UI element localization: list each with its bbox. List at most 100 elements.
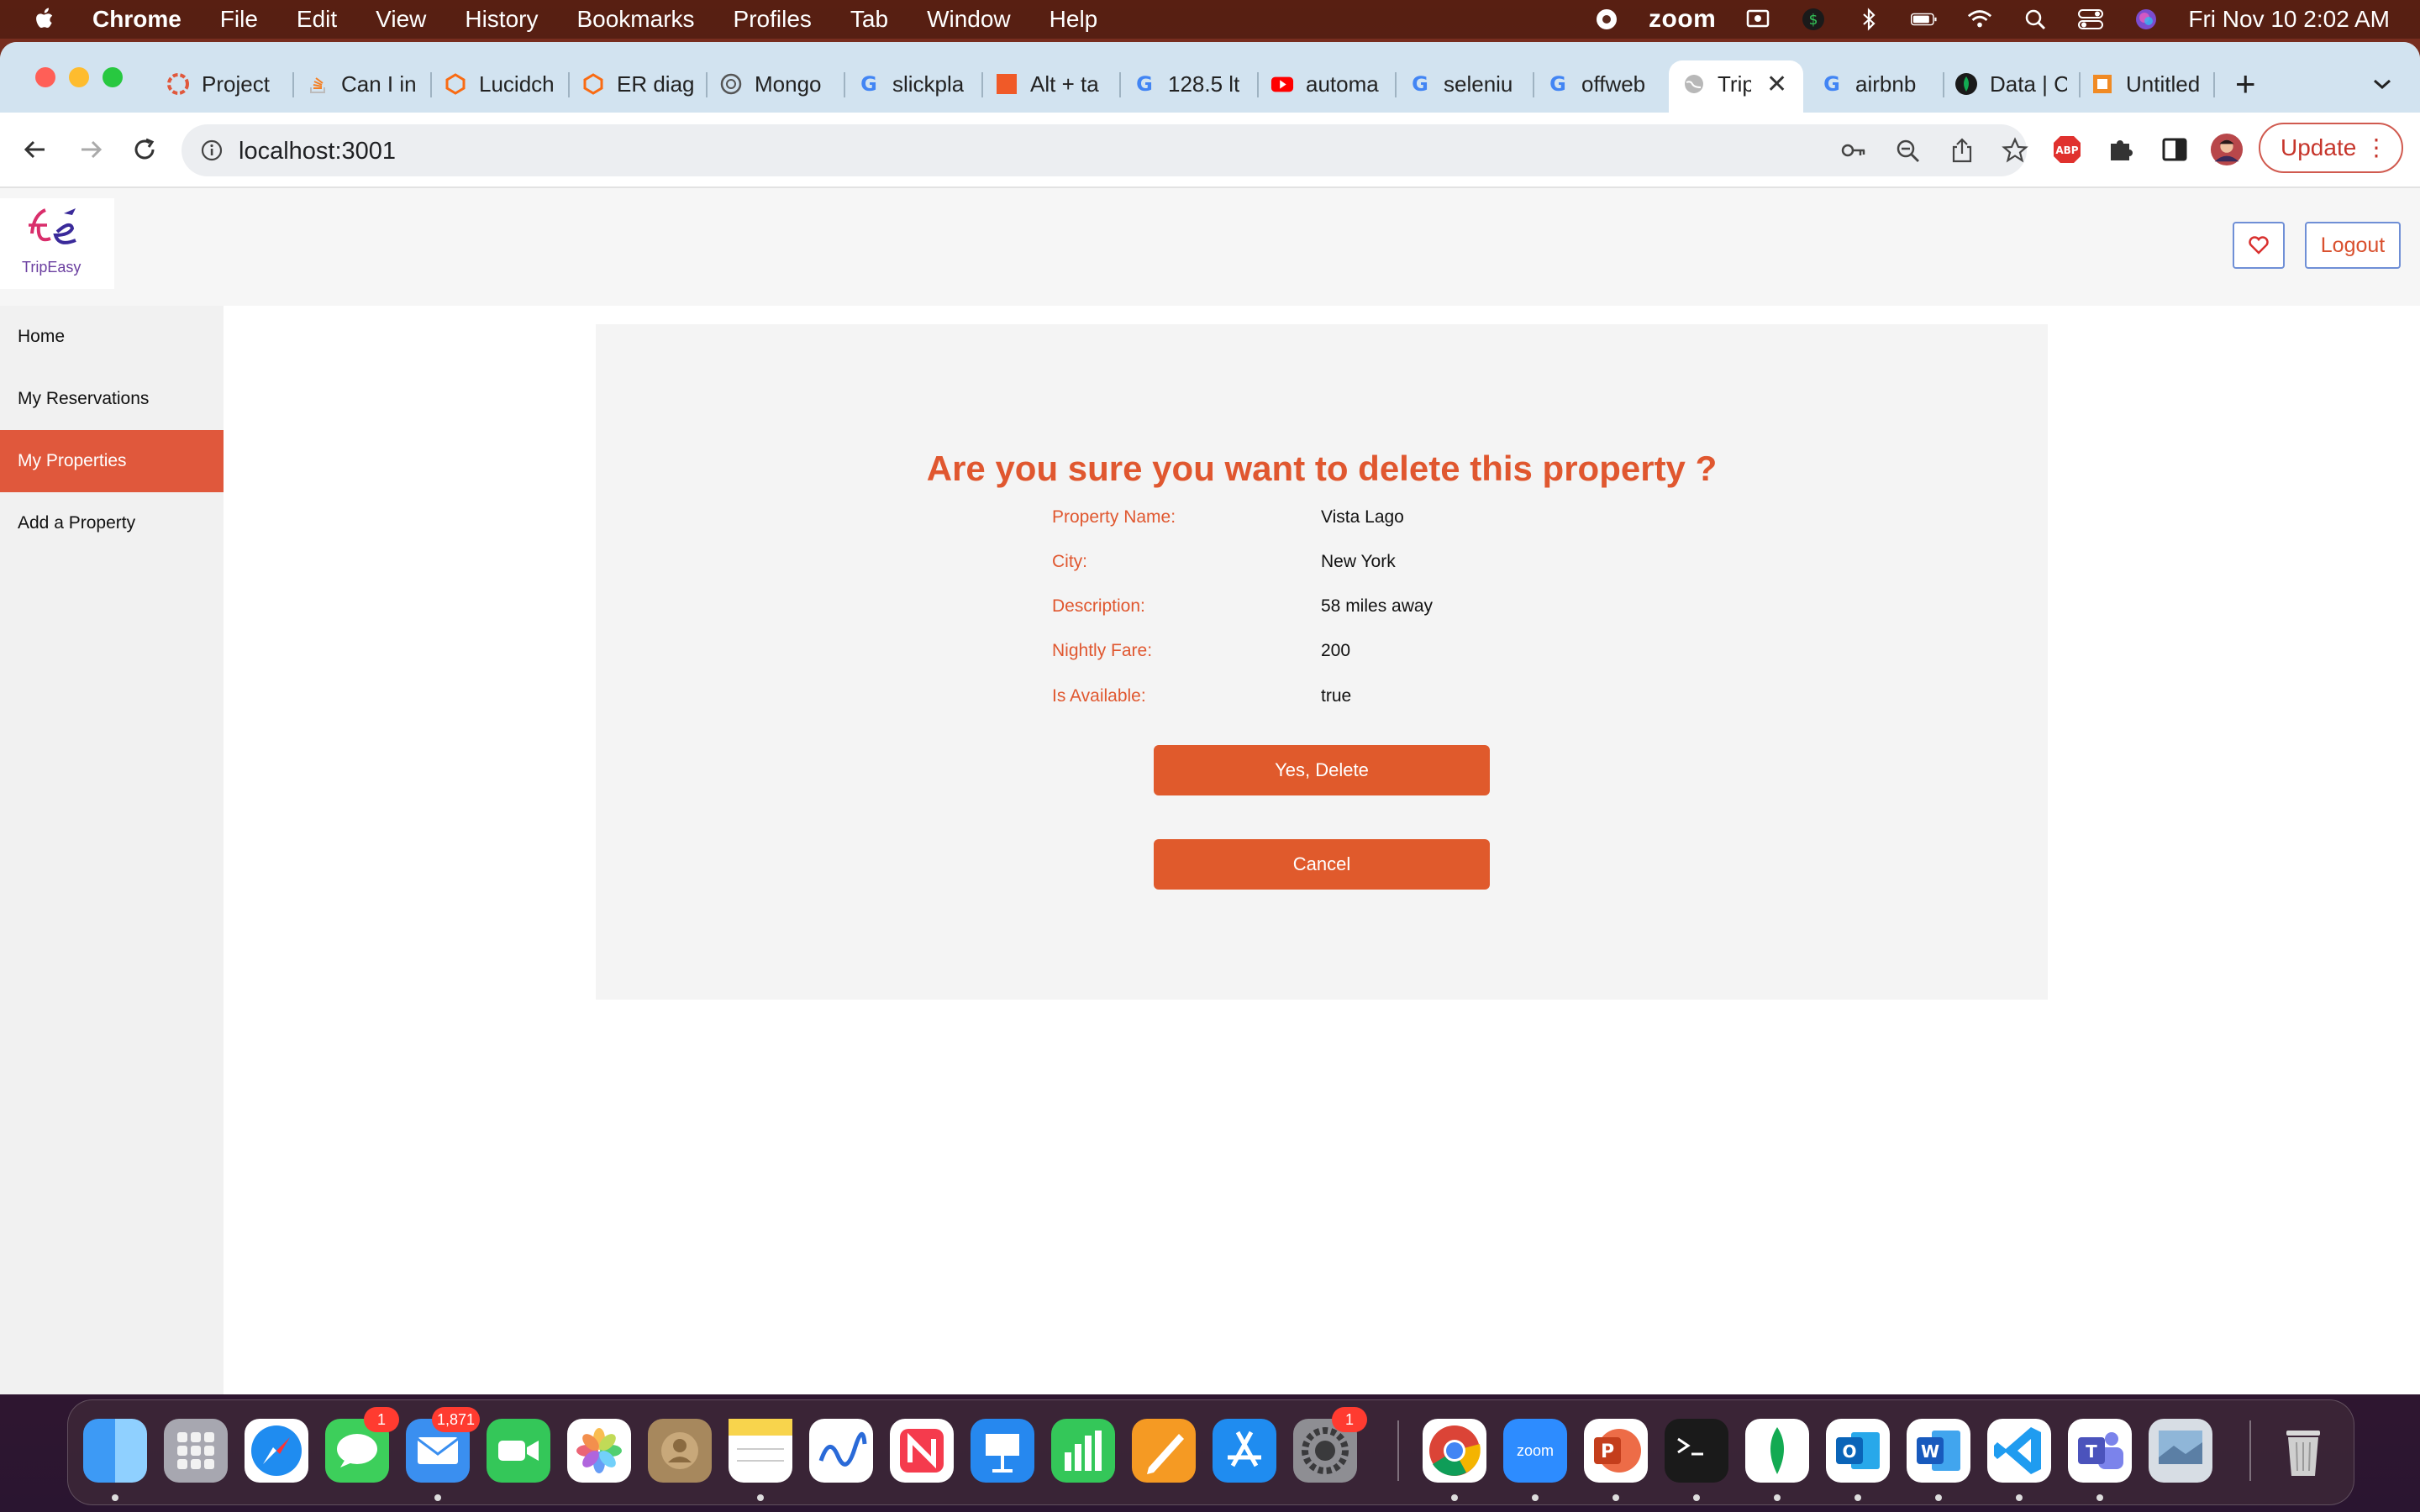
tab-data[interactable]: Data | C bbox=[1954, 60, 2067, 108]
tab-er-diagram[interactable]: ER diag bbox=[581, 60, 694, 108]
minimize-window-button[interactable] bbox=[69, 67, 89, 87]
tab-selenium[interactable]: G seleniu bbox=[1408, 60, 1521, 108]
tab-tripeasy-active[interactable]: Trip ✕ bbox=[1682, 60, 1800, 108]
cancel-button[interactable]: Cancel bbox=[1154, 839, 1490, 890]
launchpad-icon[interactable] bbox=[164, 1419, 228, 1483]
sidebar-item-my-reservations[interactable]: My Reservations bbox=[0, 368, 224, 430]
word-icon[interactable]: W bbox=[1907, 1419, 1970, 1483]
spotlight-search-icon[interactable] bbox=[2022, 7, 2049, 32]
tab-strip: Project Can I in Lucidch ER diag Mongo G… bbox=[0, 42, 2420, 113]
side-panel-icon[interactable] bbox=[2158, 133, 2191, 166]
terminal-icon[interactable] bbox=[1665, 1419, 1728, 1483]
menu-help[interactable]: Help bbox=[1050, 6, 1098, 33]
tab-automation[interactable]: automa bbox=[1270, 60, 1383, 108]
reload-button[interactable] bbox=[128, 133, 161, 166]
freeform-icon[interactable] bbox=[809, 1419, 873, 1483]
sidebar-item-my-properties[interactable]: My Properties bbox=[0, 430, 224, 492]
mail-icon[interactable]: 1,871 bbox=[406, 1407, 480, 1483]
profile-avatar[interactable] bbox=[2210, 133, 2244, 166]
notes-icon[interactable] bbox=[729, 1419, 792, 1483]
wishlist-button[interactable] bbox=[2233, 222, 2285, 269]
safari-icon[interactable] bbox=[245, 1419, 308, 1483]
tab-untitled[interactable]: Untitled bbox=[2091, 60, 2203, 108]
tab-airbnb[interactable]: G airbnb bbox=[1820, 60, 1933, 108]
messages-icon[interactable]: 1 bbox=[325, 1407, 399, 1483]
apple-icon[interactable] bbox=[30, 5, 59, 34]
chrome-dock-icon[interactable] bbox=[1423, 1419, 1486, 1483]
sidebar-item-add-property[interactable]: Add a Property bbox=[0, 492, 224, 554]
url-text[interactable]: localhost:3001 bbox=[239, 138, 396, 165]
teams-icon[interactable]: T bbox=[2068, 1419, 2132, 1483]
yes-delete-button[interactable]: Yes, Delete bbox=[1154, 745, 1490, 795]
zoom-menubar-label[interactable]: zoom bbox=[1649, 5, 1716, 34]
menu-bookmarks[interactable]: Bookmarks bbox=[576, 6, 694, 33]
new-tab-button[interactable]: + bbox=[2235, 60, 2269, 108]
outlook-icon[interactable]: O bbox=[1826, 1419, 1890, 1483]
tab-slickplan[interactable]: G slickpla bbox=[857, 60, 970, 108]
update-button[interactable]: Update ⋮ bbox=[2259, 123, 2403, 173]
zoom-out-icon[interactable] bbox=[1896, 139, 1921, 164]
menu-tab[interactable]: Tab bbox=[850, 6, 888, 33]
numbers-icon[interactable] bbox=[1051, 1419, 1115, 1483]
field-row-property-name: Property Name: Vista Lago bbox=[1052, 507, 1640, 538]
tab-can-i[interactable]: Can I in bbox=[306, 60, 418, 108]
menu-view[interactable]: View bbox=[376, 6, 426, 33]
field-value: Vista Lago bbox=[1321, 507, 1404, 527]
reload-icon bbox=[134, 138, 155, 160]
trash-icon[interactable] bbox=[2271, 1419, 2335, 1483]
battery-icon[interactable] bbox=[1911, 7, 1938, 32]
control-center-icon[interactable] bbox=[2077, 7, 2104, 32]
menu-chrome[interactable]: Chrome bbox=[92, 6, 182, 33]
bluetooth-icon[interactable] bbox=[1855, 7, 1882, 32]
wifi-icon[interactable] bbox=[1966, 7, 1993, 32]
siri-icon[interactable] bbox=[2133, 7, 2160, 32]
tab-mongo[interactable]: Mongo bbox=[719, 60, 832, 108]
logout-button[interactable]: Logout bbox=[2305, 222, 2401, 269]
extensions-puzzle-icon[interactable] bbox=[2104, 133, 2138, 166]
share-icon[interactable] bbox=[1949, 137, 1975, 164]
field-row-is-available: Is Available: true bbox=[1052, 686, 1640, 717]
menu-edit[interactable]: Edit bbox=[297, 6, 337, 33]
key-icon[interactable] bbox=[1840, 139, 1867, 162]
system-settings-icon[interactable]: 1 bbox=[1293, 1407, 1367, 1483]
tab-lucidchart[interactable]: Lucidch bbox=[444, 60, 556, 108]
forward-button[interactable] bbox=[74, 133, 108, 166]
news-icon[interactable] bbox=[890, 1419, 954, 1483]
adblock-icon[interactable]: ABP bbox=[2050, 133, 2084, 166]
facetime-icon[interactable] bbox=[487, 1419, 550, 1483]
tab-offweb[interactable]: G offweb bbox=[1546, 60, 1659, 108]
menu-profiles[interactable]: Profiles bbox=[734, 6, 812, 33]
finder-icon[interactable] bbox=[83, 1419, 147, 1483]
address-bar[interactable]: localhost:3001 bbox=[182, 124, 2028, 176]
grammarly-icon[interactable]: $ bbox=[1800, 7, 1827, 32]
app-store-icon[interactable] bbox=[1213, 1419, 1276, 1483]
menu-file[interactable]: File bbox=[220, 6, 258, 33]
zoom-app-icon[interactable]: zoom bbox=[1503, 1419, 1567, 1483]
maximize-window-button[interactable] bbox=[103, 67, 123, 87]
info-icon[interactable] bbox=[200, 139, 224, 162]
vscode-icon[interactable] bbox=[1987, 1419, 2051, 1483]
tab-alt-tab[interactable]: Alt + ta bbox=[995, 60, 1107, 108]
svg-text:O: O bbox=[1842, 1441, 1856, 1462]
tab-project[interactable]: Project bbox=[166, 60, 279, 108]
record-icon[interactable] bbox=[1593, 7, 1620, 32]
pages-icon[interactable] bbox=[1132, 1419, 1196, 1483]
close-tab-icon[interactable]: ✕ bbox=[1766, 70, 1787, 99]
back-button[interactable] bbox=[18, 133, 52, 166]
menu-history[interactable]: History bbox=[465, 6, 538, 33]
tab-search-button[interactable] bbox=[2371, 60, 2396, 108]
photos-icon[interactable] bbox=[567, 1419, 631, 1483]
bookmark-star-icon[interactable] bbox=[2002, 137, 2028, 164]
close-window-button[interactable] bbox=[35, 67, 55, 87]
mongodb-compass-icon[interactable] bbox=[1745, 1419, 1809, 1483]
menubar-clock[interactable]: Fri Nov 10 2:02 AM bbox=[2188, 6, 2390, 33]
tab-128-5[interactable]: G 128.5 lt bbox=[1133, 60, 1245, 108]
preview-icon[interactable] bbox=[2149, 1419, 2212, 1483]
powerpoint-icon[interactable]: P bbox=[1584, 1419, 1648, 1483]
tripeasy-logo[interactable]: TripEasy bbox=[0, 198, 114, 289]
menu-window[interactable]: Window bbox=[927, 6, 1011, 33]
contacts-icon[interactable] bbox=[648, 1419, 712, 1483]
sidebar-item-home[interactable]: Home bbox=[0, 306, 224, 368]
screen-share-icon[interactable] bbox=[1744, 7, 1771, 32]
keynote-icon[interactable] bbox=[971, 1419, 1034, 1483]
